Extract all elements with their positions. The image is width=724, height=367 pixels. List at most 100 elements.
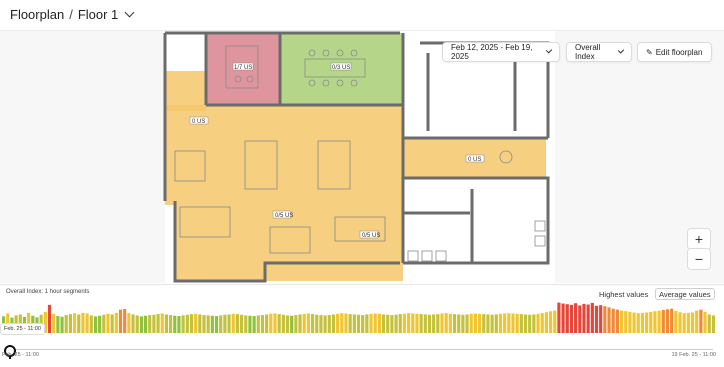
index-bar[interactable] <box>703 311 707 333</box>
edit-floorplan-button[interactable]: ✎ Edit floorplan <box>637 42 712 62</box>
index-bar[interactable] <box>373 313 377 333</box>
index-bar[interactable] <box>402 313 407 333</box>
zoom-in-button[interactable]: + <box>687 228 711 250</box>
index-bar[interactable] <box>695 310 699 333</box>
index-bar[interactable] <box>77 314 81 333</box>
index-bar[interactable] <box>619 310 624 333</box>
index-bar[interactable] <box>415 313 419 333</box>
index-bar[interactable] <box>432 314 436 333</box>
index-bar[interactable] <box>189 314 194 333</box>
index-bar[interactable] <box>89 315 93 333</box>
index-bar[interactable] <box>235 314 239 333</box>
index-bar[interactable] <box>365 314 369 333</box>
index-bar[interactable] <box>110 314 114 333</box>
index-bar[interactable] <box>135 315 139 333</box>
index-bar[interactable] <box>473 313 477 333</box>
index-bar[interactable] <box>511 313 515 333</box>
index-bar[interactable] <box>223 314 227 333</box>
index-bar[interactable] <box>294 315 298 333</box>
index-bar[interactable] <box>185 314 189 333</box>
index-bar[interactable] <box>557 302 561 333</box>
index-bar[interactable] <box>68 314 72 333</box>
index-bar[interactable] <box>352 314 356 333</box>
index-bar[interactable] <box>273 313 277 333</box>
index-bar[interactable] <box>361 315 365 333</box>
index-bar[interactable] <box>407 313 411 333</box>
index-bar[interactable] <box>444 313 448 333</box>
index-bar[interactable] <box>636 313 640 333</box>
index-bar[interactable] <box>102 314 106 333</box>
index-bar[interactable] <box>565 304 569 333</box>
index-bar[interactable] <box>164 314 169 333</box>
index-bar[interactable] <box>323 315 327 333</box>
index-bar[interactable] <box>649 311 653 333</box>
index-bar[interactable] <box>611 308 615 333</box>
index-bar[interactable] <box>198 314 202 333</box>
index-bar[interactable] <box>336 313 340 333</box>
index-bar[interactable] <box>290 315 294 333</box>
index-bar[interactable] <box>494 314 498 333</box>
index-bar[interactable] <box>398 314 402 333</box>
index-bar[interactable] <box>482 314 486 333</box>
index-bar[interactable] <box>390 315 394 333</box>
index-bar[interactable] <box>540 313 544 333</box>
index-bar[interactable] <box>665 309 670 333</box>
index-bar[interactable] <box>281 314 285 333</box>
index-bar[interactable] <box>645 312 649 333</box>
index-bar[interactable] <box>131 314 135 333</box>
index-bar[interactable] <box>653 311 657 333</box>
index-bar[interactable] <box>356 314 361 333</box>
index-bar[interactable] <box>548 311 553 333</box>
index-bar[interactable] <box>544 312 548 333</box>
index-bar[interactable] <box>528 314 532 333</box>
index-bar[interactable] <box>173 315 177 333</box>
index-bar[interactable] <box>603 306 607 333</box>
index-bar[interactable] <box>256 315 260 333</box>
index-bar[interactable] <box>519 314 523 333</box>
index-bar[interactable] <box>72 313 77 333</box>
index-bar[interactable] <box>682 313 686 333</box>
index-bar[interactable] <box>640 312 645 333</box>
index-bar[interactable] <box>661 309 665 333</box>
index-bar[interactable] <box>319 315 323 333</box>
index-bar[interactable] <box>148 315 152 333</box>
timeline-track[interactable] <box>8 349 713 350</box>
index-bar[interactable] <box>607 307 611 333</box>
date-range-picker[interactable]: Feb 12, 2025 - Feb 19, 2025 <box>442 42 560 62</box>
index-bar[interactable] <box>214 316 219 333</box>
index-bar[interactable] <box>181 315 185 333</box>
index-bar[interactable] <box>457 314 461 333</box>
index-bar[interactable] <box>423 314 427 333</box>
index-bar[interactable] <box>674 310 678 333</box>
index-bar[interactable] <box>64 315 68 333</box>
index-bar[interactable] <box>394 314 398 333</box>
index-bar[interactable] <box>707 314 711 333</box>
floorplan-canvas[interactable]: 1/7 US 0/3 US 0 US 0/5 US 0 US 0/5 US <box>0 31 724 283</box>
index-bar[interactable] <box>678 312 682 333</box>
average-values-button[interactable]: Average values <box>655 288 715 300</box>
index-bar[interactable] <box>624 311 628 333</box>
breadcrumb-floor-selector[interactable]: Floor 1 <box>78 7 118 22</box>
index-bar[interactable] <box>452 314 457 333</box>
index-bar[interactable] <box>465 314 469 333</box>
index-bar[interactable] <box>240 314 244 333</box>
index-bar[interactable] <box>498 313 503 333</box>
index-bar[interactable] <box>381 314 386 333</box>
index-bar[interactable] <box>47 304 52 333</box>
highest-values-button[interactable]: Highest values <box>596 288 651 300</box>
index-bar[interactable] <box>632 312 636 333</box>
index-bar[interactable] <box>686 312 690 333</box>
breadcrumb-floorplan[interactable]: Floorplan <box>10 7 64 22</box>
index-bar[interactable] <box>507 313 511 333</box>
index-bar[interactable] <box>711 315 715 333</box>
index-bar[interactable] <box>123 309 127 333</box>
index-bar[interactable] <box>298 314 302 333</box>
index-bar[interactable] <box>202 315 206 333</box>
index-bar[interactable] <box>177 316 181 333</box>
index-bar[interactable] <box>277 314 281 333</box>
index-bar[interactable] <box>436 314 440 333</box>
index-bar[interactable] <box>160 313 164 333</box>
index-bar[interactable] <box>315 314 319 333</box>
index-bar[interactable] <box>490 314 494 333</box>
index-bar[interactable] <box>248 315 252 333</box>
